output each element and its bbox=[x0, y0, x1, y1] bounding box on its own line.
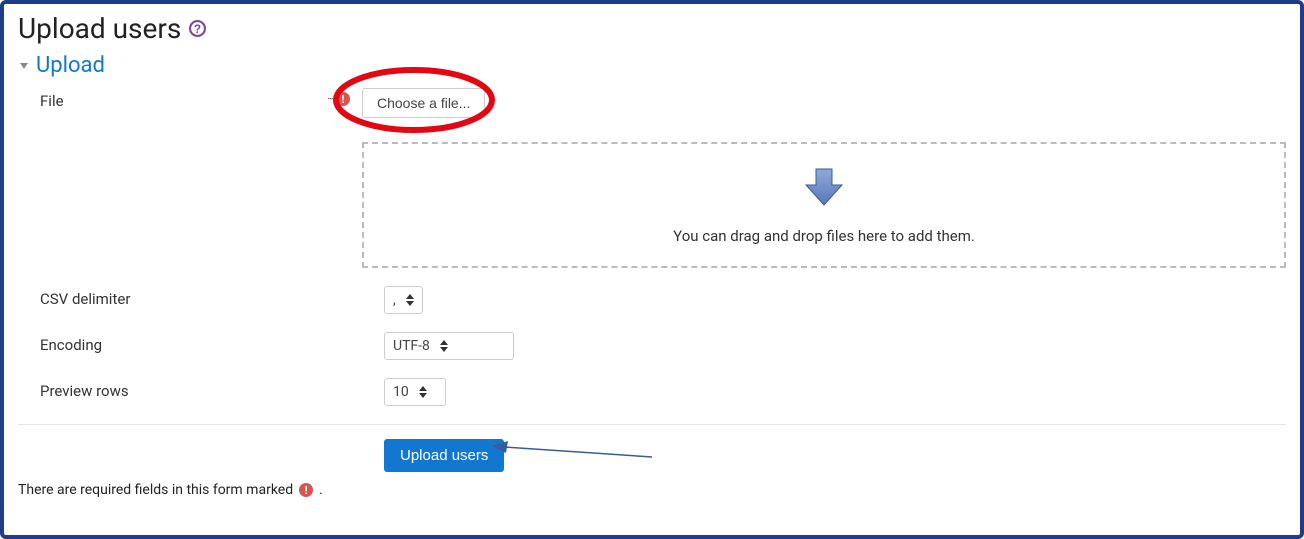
help-icon[interactable]: ? bbox=[189, 20, 206, 37]
updown-icon bbox=[440, 340, 448, 352]
required-note-prefix: There are required fields in this form m… bbox=[18, 482, 293, 498]
required-note-suffix: . bbox=[319, 482, 323, 498]
label-preview-rows: Preview rows bbox=[18, 378, 328, 400]
page-title-text: Upload users bbox=[18, 12, 181, 45]
dropzone-hint: You can drag and drop files here to add … bbox=[673, 227, 975, 245]
row-submit: Upload users bbox=[18, 439, 1286, 472]
select-csv-delimiter-value: , bbox=[393, 292, 396, 308]
row-csv-delimiter: CSV delimiter , bbox=[18, 286, 1286, 314]
choose-file-button[interactable]: Choose a file... bbox=[362, 88, 485, 118]
required-badge-icon: ! bbox=[299, 483, 313, 497]
updown-icon bbox=[419, 386, 427, 398]
select-preview-rows-value: 10 bbox=[393, 384, 409, 400]
label-encoding: Encoding bbox=[18, 332, 328, 354]
select-encoding-value: UTF-8 bbox=[393, 338, 430, 354]
select-csv-delimiter[interactable]: , bbox=[384, 286, 423, 314]
select-encoding[interactable]: UTF-8 bbox=[384, 332, 514, 360]
caret-down-icon bbox=[18, 60, 30, 72]
label-file: File bbox=[18, 88, 309, 110]
page-title: Upload users ? bbox=[18, 12, 1286, 45]
file-dropzone[interactable]: You can drag and drop files here to add … bbox=[362, 142, 1286, 268]
required-dots: ···· bbox=[328, 94, 334, 105]
label-csv-delimiter: CSV delimiter bbox=[18, 286, 328, 308]
page-frame: Upload users ? Upload File ···· ! Choose… bbox=[0, 0, 1304, 539]
svg-text:?: ? bbox=[194, 23, 201, 36]
file-input-area: Choose a file... You can drag and drop f… bbox=[350, 88, 1286, 268]
updown-icon bbox=[406, 294, 414, 306]
select-preview-rows[interactable]: 10 bbox=[384, 378, 446, 406]
download-arrow-icon bbox=[802, 165, 846, 213]
required-badge-icon: ! bbox=[336, 92, 350, 106]
row-encoding: Encoding UTF-8 bbox=[18, 332, 1286, 360]
row-file: File ···· ! Choose a file... bbox=[18, 88, 1286, 268]
section-title: Upload bbox=[36, 53, 105, 78]
divider bbox=[18, 424, 1286, 425]
required-fields-note: There are required fields in this form m… bbox=[18, 482, 1286, 498]
section-toggle-upload[interactable]: Upload bbox=[18, 53, 1286, 78]
row-preview-rows: Preview rows 10 bbox=[18, 378, 1286, 406]
annotation-arrow bbox=[492, 437, 652, 465]
upload-users-button[interactable]: Upload users bbox=[384, 439, 504, 472]
required-marker: ···· ! bbox=[309, 88, 350, 106]
